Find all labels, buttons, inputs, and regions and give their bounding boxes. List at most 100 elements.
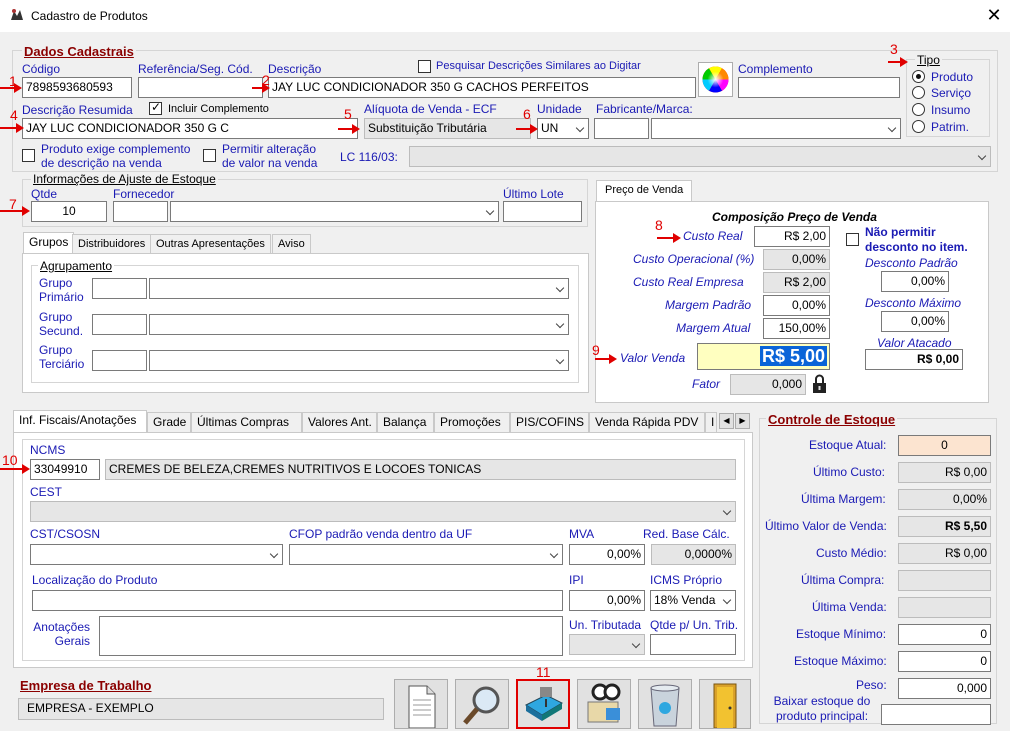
grupo-primario-code[interactable]: [92, 278, 147, 299]
referencia-label: Referência/Seg. Cód.: [138, 62, 253, 76]
ncms-label: NCMS: [30, 443, 66, 457]
tipo-title: Tipo: [915, 53, 942, 67]
tipo-servico-radio[interactable]: [912, 86, 925, 99]
lock-button[interactable]: [809, 373, 830, 395]
marker-9-arrow: [595, 354, 617, 364]
margem-padrao-label: Margem Padrão: [665, 298, 752, 312]
un-tributada-select[interactable]: [569, 634, 645, 655]
marker-11: 11: [536, 664, 551, 680]
delete-button[interactable]: [638, 679, 692, 729]
desconto-padrao-input[interactable]: 0,00%: [881, 271, 949, 292]
tab-balanca[interactable]: Balança: [377, 412, 434, 432]
cst-select[interactable]: [30, 544, 283, 565]
cest-select[interactable]: [30, 501, 736, 522]
peso-input[interactable]: 0,000: [898, 678, 991, 699]
tab-inf-fiscais[interactable]: Inf. Fiscais/Anotações: [13, 410, 147, 432]
mva-label: MVA: [569, 527, 595, 541]
tab-preco-venda[interactable]: Preço de Venda: [596, 180, 693, 202]
descricao-input[interactable]: JAY LUC CONDICIONADOR 350 G CACHOS PERFE…: [268, 77, 696, 98]
margem-atual-input[interactable]: 150,00%: [763, 318, 830, 339]
empresa-title: Empresa de Trabalho: [20, 678, 152, 693]
tabs-scroll-left[interactable]: ◀: [719, 413, 734, 429]
custo-operacional-input[interactable]: 0,00%: [763, 249, 830, 270]
estoque-maximo-label: Estoque Máximo:: [794, 654, 887, 668]
tipo-produto-radio[interactable]: [912, 70, 925, 83]
qtde-label: Qtde: [31, 187, 58, 201]
desc-resumida-input[interactable]: JAY LUC CONDICIONADOR 350 G C: [22, 118, 358, 139]
icms-select[interactable]: 18% Venda: [650, 590, 736, 611]
tab-grade[interactable]: Grade: [147, 412, 191, 432]
estoque-maximo-input[interactable]: 0: [898, 651, 991, 672]
referencia-input[interactable]: [138, 77, 263, 98]
ipi-input[interactable]: 0,00%: [569, 590, 645, 611]
grupo-terciario-select[interactable]: [149, 350, 569, 371]
ncms-input[interactable]: 33049910: [30, 459, 100, 480]
search-user-button[interactable]: [577, 679, 631, 729]
grupo-terciario-code[interactable]: [92, 350, 147, 371]
fornecedor-select[interactable]: [170, 201, 499, 222]
margem-padrao-input[interactable]: 0,00%: [763, 295, 830, 316]
desconto-maximo-input[interactable]: 0,00%: [881, 311, 949, 332]
tab-promocoes[interactable]: Promoções: [434, 412, 510, 432]
marker-8: 8: [655, 217, 663, 233]
tab-ultimas-compras[interactable]: Últimas Compras: [191, 412, 302, 432]
marker-6: 6: [523, 106, 531, 122]
exige-complemento-checkbox[interactable]: [22, 149, 35, 162]
marker-10-arrow: [0, 464, 30, 474]
marker-9: 9: [592, 342, 600, 358]
grupo-primario-select[interactable]: [149, 278, 569, 299]
save-button[interactable]: [516, 679, 570, 729]
valor-atacado-input[interactable]: R$ 0,00: [865, 349, 963, 370]
ultimo-lote-input[interactable]: [503, 201, 582, 222]
tab-aviso[interactable]: Aviso: [272, 234, 311, 254]
fabricante-code-input[interactable]: [594, 118, 649, 139]
exit-button[interactable]: [699, 679, 751, 729]
custo-operacional-label: Custo Operacional (%): [633, 252, 755, 266]
close-button[interactable]: ✕: [984, 4, 1004, 26]
tipo-patrim-radio[interactable]: [912, 120, 925, 133]
exige-complemento-label: Produto exige complemento de descrição n…: [41, 142, 191, 170]
unidade-select[interactable]: UN: [537, 118, 589, 139]
codigo-input[interactable]: 7898593680593: [22, 77, 132, 98]
ultima-compra-value: [898, 570, 991, 591]
window-title: Cadastro de Produtos: [31, 9, 148, 23]
permitir-alteracao-checkbox[interactable]: [203, 149, 216, 162]
mva-input[interactable]: 0,00%: [569, 544, 645, 565]
tabs-scroll-right[interactable]: ▶: [735, 413, 750, 429]
search-button[interactable]: [455, 679, 509, 729]
localizacao-input[interactable]: [32, 590, 563, 611]
baixar-estoque-input[interactable]: [881, 704, 991, 725]
red-base-label: Red. Base Cálc.: [643, 527, 730, 541]
tab-pis-cofins[interactable]: PIS/COFINS: [510, 412, 589, 432]
tipo-insumo-radio[interactable]: [912, 103, 925, 116]
marker-5: 5: [344, 106, 352, 122]
qtde-input[interactable]: 10: [31, 201, 107, 222]
nao-permitir-desconto-checkbox[interactable]: [846, 233, 859, 246]
pesquisar-similares-checkbox[interactable]: [418, 60, 431, 73]
tab-outras-apresentacoes[interactable]: Outras Apresentações: [150, 234, 271, 254]
estoque-minimo-input[interactable]: 0: [898, 624, 991, 645]
custo-real-input[interactable]: R$ 2,00: [754, 226, 830, 247]
tab-more[interactable]: I: [705, 412, 717, 432]
grupo-secund-select[interactable]: [149, 314, 569, 335]
complemento-input[interactable]: [738, 77, 900, 98]
new-button[interactable]: [394, 679, 448, 729]
qtde-un-trib-input[interactable]: [650, 634, 736, 655]
color-picker-button[interactable]: [698, 62, 733, 97]
search-icon: [463, 686, 500, 725]
lc-select[interactable]: [409, 146, 991, 167]
aliquota-select[interactable]: Substituição Tributária: [364, 118, 531, 139]
tab-distribuidores[interactable]: Distribuidores: [72, 234, 152, 254]
cfop-select[interactable]: [289, 544, 563, 565]
anotacoes-textarea[interactable]: [99, 616, 563, 656]
valor-venda-input[interactable]: R$ 5,00: [697, 343, 830, 370]
descricao-label: Descrição: [268, 62, 322, 76]
incluir-complemento-checkbox[interactable]: [149, 100, 162, 115]
custo-medio-label: Custo Médio:: [816, 546, 887, 560]
tab-venda-rapida[interactable]: Venda Rápida PDV: [589, 412, 705, 432]
tab-grupos[interactable]: Grupos: [23, 232, 75, 254]
fornecedor-code-input[interactable]: [113, 201, 168, 222]
fabricante-select[interactable]: [651, 118, 901, 139]
grupo-secund-code[interactable]: [92, 314, 147, 335]
tab-valores-ant[interactable]: Valores Ant.: [302, 412, 377, 432]
